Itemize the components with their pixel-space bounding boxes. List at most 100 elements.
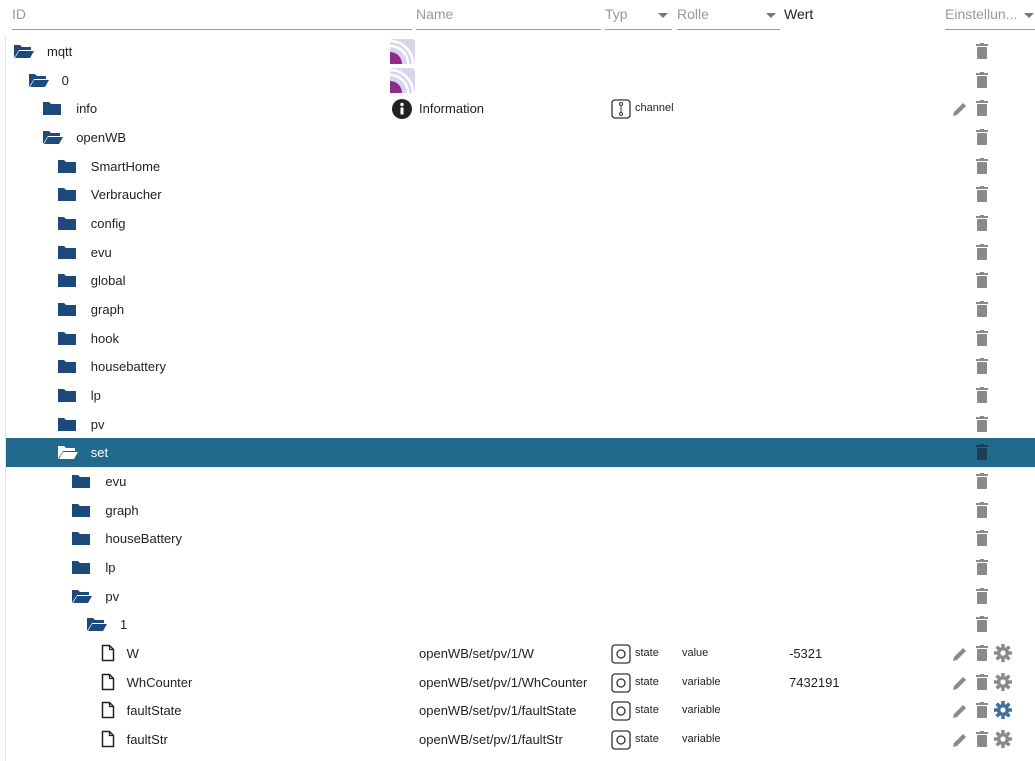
folder-icon[interactable]: [57, 358, 77, 377]
delete-button[interactable]: [975, 559, 989, 578]
row-role: variable: [682, 704, 721, 717]
edit-button[interactable]: [952, 646, 968, 665]
delete-button[interactable]: [975, 215, 989, 234]
file-icon[interactable]: [101, 701, 115, 722]
delete-button[interactable]: [975, 587, 989, 607]
folder-icon[interactable]: [57, 301, 77, 320]
delete-button[interactable]: [975, 186, 989, 205]
tree-row[interactable]: openWB: [6, 123, 1035, 152]
delete-button[interactable]: [975, 731, 989, 750]
delete-button[interactable]: [975, 530, 989, 549]
delete-button[interactable]: [975, 501, 989, 521]
tree-row[interactable]: SmartHome: [6, 152, 1035, 181]
folder-open-icon[interactable]: [71, 588, 93, 607]
tree-row[interactable]: global: [6, 266, 1035, 295]
delete-button[interactable]: [975, 272, 989, 291]
row-id: set: [90, 445, 109, 461]
tree-row[interactable]: mqtt: [6, 37, 1035, 66]
column-wert-label: Wert: [784, 6, 814, 22]
folder-icon[interactable]: [71, 473, 91, 492]
delete-button[interactable]: [975, 100, 989, 119]
tree-row[interactable]: faultState openWB/set/pv/1/faultState stat…: [6, 696, 1035, 725]
folder-open-icon[interactable]: [13, 43, 35, 62]
delete-button[interactable]: [975, 243, 989, 263]
folder-icon[interactable]: [57, 244, 77, 263]
folder-open-icon[interactable]: [28, 72, 50, 91]
edit-button[interactable]: [952, 732, 968, 751]
delete-button[interactable]: [975, 673, 989, 693]
delete-button[interactable]: [975, 645, 989, 664]
tree-row[interactable]: lp: [6, 553, 1035, 582]
delete-button[interactable]: [975, 43, 989, 62]
file-icon[interactable]: [101, 673, 115, 694]
delete-button[interactable]: [975, 358, 989, 377]
tree-row[interactable]: hook: [6, 324, 1035, 353]
tree-row[interactable]: houseBattery: [6, 524, 1035, 553]
tree-row[interactable]: WopenWB/set/pv/1/W state value -5321: [6, 639, 1035, 668]
tree-row[interactable]: evu: [6, 238, 1035, 267]
delete-button[interactable]: [975, 387, 989, 406]
tree-row[interactable]: info Information channel: [6, 94, 1035, 123]
state-icon: [611, 673, 631, 696]
tree-row[interactable]: pv: [6, 410, 1035, 439]
folder-open-icon[interactable]: [42, 129, 64, 148]
delete-button[interactable]: [975, 616, 989, 635]
tree-row[interactable]: config: [6, 209, 1035, 238]
edit-button[interactable]: [952, 703, 968, 722]
tree-row[interactable]: faultStr openWB/set/pv/1/faultStr state var…: [6, 725, 1035, 754]
delete-button[interactable]: [975, 301, 989, 320]
settings-button[interactable]: [994, 672, 1012, 694]
folder-icon[interactable]: [57, 186, 77, 205]
tree-row[interactable]: lp: [6, 381, 1035, 410]
filter-id[interactable]: ID: [12, 0, 412, 30]
settings-button[interactable]: [994, 644, 1012, 665]
tree-row[interactable]: evu: [6, 467, 1035, 496]
folder-icon[interactable]: [42, 100, 62, 119]
folder-open-icon[interactable]: [86, 616, 108, 635]
delete-button[interactable]: [975, 71, 989, 91]
delete-button[interactable]: [975, 329, 989, 349]
folder-icon[interactable]: [57, 416, 77, 435]
file-icon[interactable]: [101, 644, 115, 665]
settings-button[interactable]: [994, 730, 1012, 751]
folder-icon[interactable]: [71, 502, 91, 521]
row-id: mqtt: [47, 44, 73, 59]
delete-button[interactable]: [975, 444, 989, 463]
filter-rolle[interactable]: Rolle: [677, 0, 780, 30]
folder-icon[interactable]: [71, 559, 91, 578]
delete-button[interactable]: [975, 702, 989, 721]
folder-icon[interactable]: [71, 530, 91, 549]
filter-typ[interactable]: Typ: [605, 0, 672, 30]
settings-button[interactable]: [994, 701, 1012, 722]
row-id: SmartHome: [90, 158, 161, 174]
tree-row[interactable]: housebattery: [6, 352, 1035, 381]
tree-row[interactable]: Verbraucher: [6, 180, 1035, 209]
edit-button[interactable]: [952, 675, 968, 694]
filter-name[interactable]: Name: [416, 0, 601, 30]
row-value[interactable]: 7432191: [789, 668, 840, 697]
row-id: faultState: [126, 703, 182, 719]
folder-icon[interactable]: [57, 158, 77, 177]
delete-button[interactable]: [975, 473, 989, 492]
delete-button[interactable]: [975, 157, 989, 177]
tree-row[interactable]: WhCounter openWB/set/pv/1/WhCounter state v…: [6, 668, 1035, 697]
row-id: openWB: [76, 130, 127, 145]
folder-icon[interactable]: [57, 330, 77, 349]
tree-row[interactable]: pv: [6, 582, 1035, 611]
tree-row[interactable]: graph: [6, 295, 1035, 324]
filter-settings[interactable]: Einstellun...: [945, 0, 1035, 30]
edit-button[interactable]: [952, 101, 968, 120]
folder-icon[interactable]: [57, 387, 77, 406]
folder-open-icon[interactable]: [57, 444, 79, 463]
folder-icon[interactable]: [57, 215, 77, 234]
tree-row[interactable]: graph: [6, 496, 1035, 525]
delete-button[interactable]: [975, 129, 989, 148]
tree-row[interactable]: 1: [6, 610, 1035, 639]
tree-row[interactable]: 0: [6, 66, 1035, 95]
dropdown-arrow-icon: [658, 13, 668, 18]
file-icon[interactable]: [101, 730, 115, 751]
delete-button[interactable]: [975, 415, 989, 435]
row-value[interactable]: -5321: [789, 639, 822, 668]
tree-row[interactable]: set: [6, 438, 1035, 468]
folder-icon[interactable]: [57, 272, 77, 291]
